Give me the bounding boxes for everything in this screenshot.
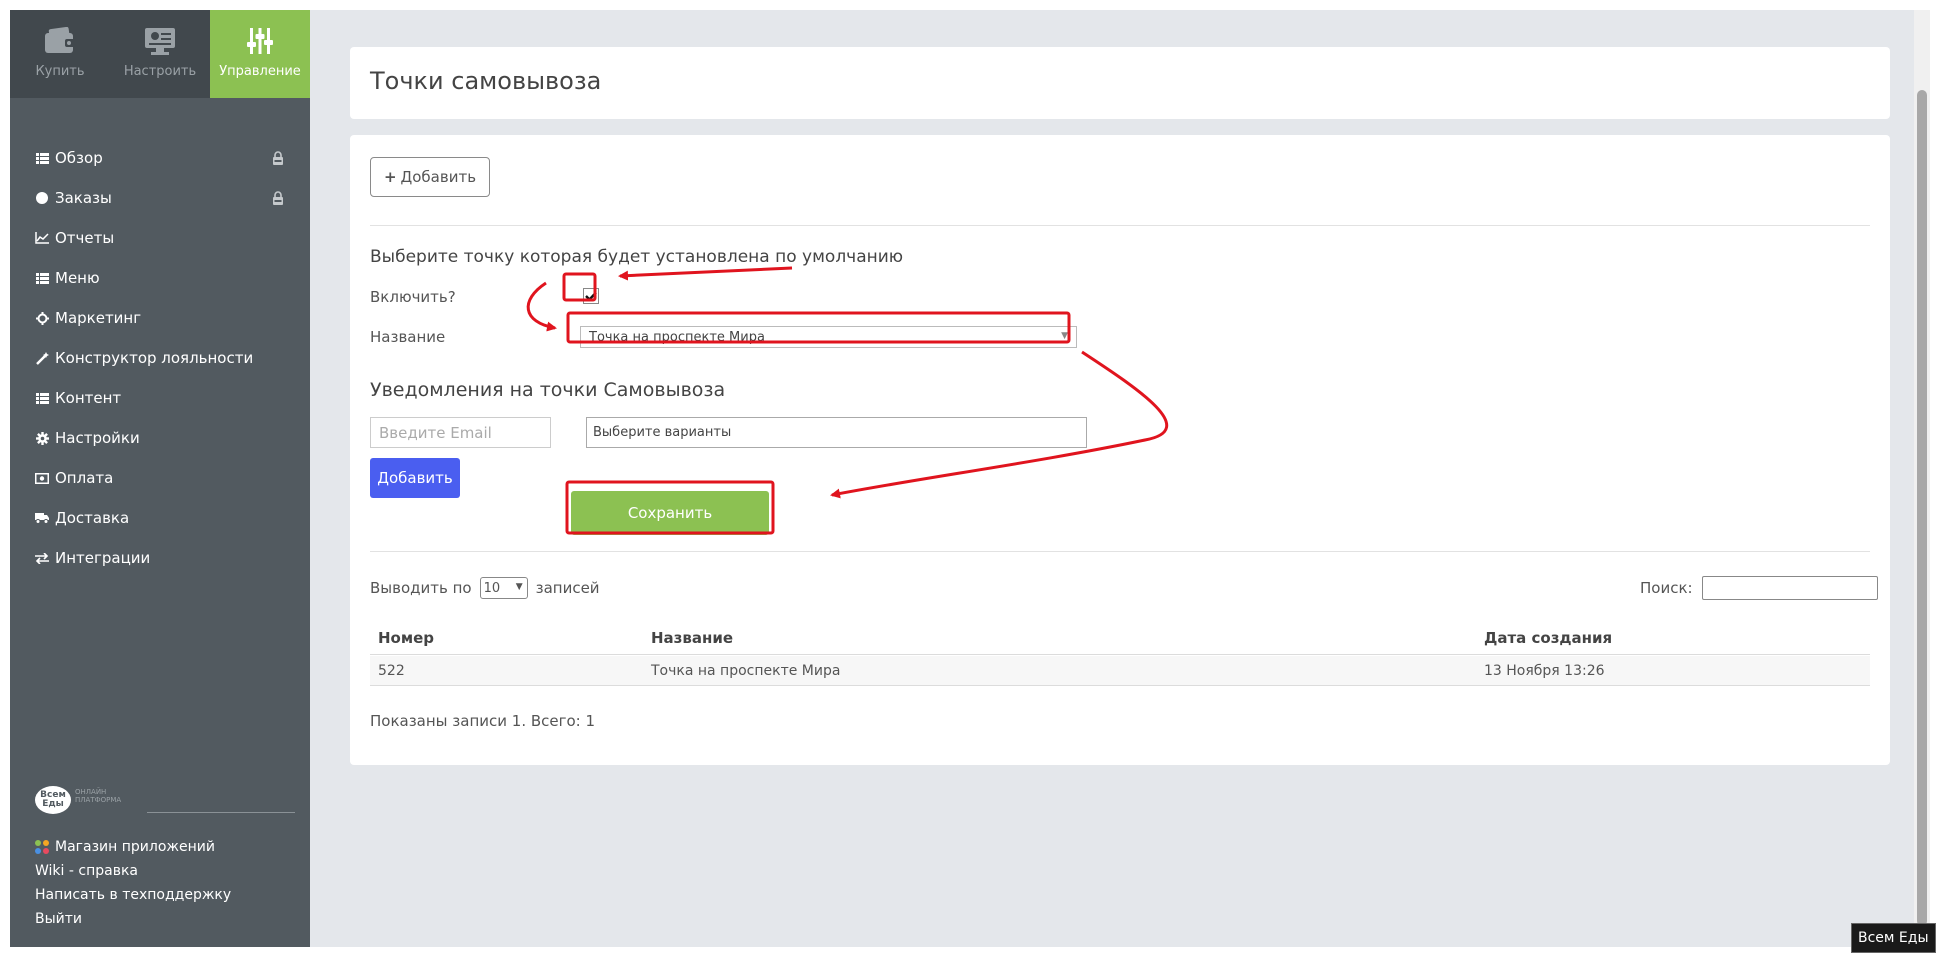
list-icon [35,151,49,165]
sidebar-item-settings[interactable]: Настройки [10,418,310,458]
sidebar-footer: Магазин приложений Wiki - справка Написа… [35,835,305,931]
plus-icon: + [383,168,397,186]
sidebar-item-orders[interactable]: Заказы [10,178,310,218]
line-chart-icon [35,231,49,245]
column-header[interactable]: Номер [378,621,434,654]
sidebar-item-label: Обзор [55,149,103,167]
search-label: Поиск: [1640,579,1693,597]
brand-logo: Всем Еды [35,786,71,814]
topnav-setup-label: Настроить [123,64,197,79]
page-header-card: Точки самовывоза [350,47,1890,119]
chevron-down-icon: ▼ [1061,331,1068,341]
content-card: + Добавить Выберите точку которая будет … [350,135,1890,765]
sidebar-item-loyalty[interactable]: Конструктор лояльности [10,338,310,378]
sidebar-item-label: Меню [55,269,100,287]
enable-label: Включить? [370,288,456,306]
topnav-setup[interactable]: Настроить [110,10,210,98]
topnav-manage-label: Управление [219,64,301,79]
point-select[interactable]: Точка на проспекте Мира ▼ [580,326,1077,348]
sidebar-item-label: Настройки [55,429,140,447]
column-header[interactable]: Дата создания [1484,621,1612,654]
sidebar-item-content[interactable]: Контент [10,378,310,418]
support-link[interactable]: Написать в техподдержку [35,883,305,907]
sidebar-item-label: Маркетинг [55,309,142,327]
sidebar-item-integrations[interactable]: Интеграции [10,538,310,578]
app-frame: Купить Настроить Управление Обзор Заказы… [10,10,1930,947]
sidebar-item-overview[interactable]: Обзор [10,138,310,178]
sidebar-item-label: Оплата [55,469,114,487]
apps-store-link[interactable]: Магазин приложений [35,835,305,859]
scroll-thumb[interactable] [1917,90,1927,926]
scrollbar[interactable] [1914,10,1930,947]
column-header[interactable]: Название [651,621,733,654]
check-icon [585,291,597,301]
topnav-buy[interactable]: Купить [10,10,110,98]
save-button[interactable]: Сохранить [571,491,769,535]
page-size-select[interactable]: 10 ▼ [479,577,528,599]
list-icon [35,391,49,405]
table-cell: 522 [378,662,405,679]
sidebar-menu: Обзор Заказы Отчеты Меню Маркетинг Конст… [10,138,310,578]
sliders-icon [243,26,277,56]
add-email-button[interactable]: Добавить [370,458,460,498]
tooltip: Всем Еды [1851,923,1936,953]
page-title: Точки самовывоза [370,67,602,95]
lock-icon [271,191,285,205]
topnav-buy-label: Купить [35,64,85,79]
sidebar-item-label: Доставка [55,509,130,527]
wiki-link[interactable]: Wiki - справка [35,859,305,883]
monitor-settings-icon [143,26,177,56]
divider [370,225,1870,226]
notifications-title: Уведомления на точки Самовывоза [370,379,726,401]
add-point-button[interactable]: + Добавить [370,157,490,197]
sidebar-item-menu[interactable]: Меню [10,258,310,298]
sidebar-item-label: Интеграции [55,549,151,567]
sidebar-item-label: Контент [55,389,122,407]
brand-tagline: ОНЛАЙН ПЛАТФОРМА [75,788,122,804]
default-point-title: Выберите точку которая будет установлена… [370,247,904,267]
chevron-down-icon: ▼ [515,582,523,592]
wallet-icon [43,26,77,56]
table-header: Номер Название Дата создания [370,621,1870,655]
enable-checkbox[interactable] [583,288,599,304]
money-icon [35,471,49,485]
exchange-icon [35,551,49,565]
circle-icon [35,191,49,205]
magic-wand-icon [35,351,49,365]
page-size-control: Выводить по 10 ▼ записей [370,577,600,599]
apps-icon [35,840,49,854]
sidebar-item-delivery[interactable]: Доставка [10,498,310,538]
sidebar-item-marketing[interactable]: Маркетинг [10,298,310,338]
table-cell: 13 Ноября 13:26 [1484,662,1605,679]
gear-icon [35,431,49,445]
topnav-manage[interactable]: Управление [210,10,310,98]
sidebar-item-label: Отчеты [55,229,115,247]
list-icon [35,271,49,285]
top-nav: Купить Настроить Управление [10,10,310,98]
sidebar-item-reports[interactable]: Отчеты [10,218,310,258]
search-input[interactable] [1702,576,1878,600]
lock-icon [271,151,285,165]
crosshair-icon [35,311,49,325]
variants-select[interactable]: Выберите варианты [586,417,1087,448]
divider [370,551,1870,552]
sidebar-item-label: Конструктор лояльности [55,349,254,367]
sidebar-item-payment[interactable]: Оплата [10,458,310,498]
email-input[interactable]: Введите Email [370,417,551,448]
table-cell: Точка на проспекте Мира [651,662,841,679]
name-label: Название [370,328,446,346]
table-row[interactable]: 522 Точка на проспекте Мира 13 Ноября 13… [370,656,1870,686]
truck-icon [35,511,49,525]
sidebar: Купить Настроить Управление Обзор Заказы… [10,10,310,947]
brand-divider [147,812,295,813]
logout-link[interactable]: Выйти [35,907,305,931]
brand: Всем Еды ОНЛАЙН ПЛАТФОРМА [35,786,295,826]
sidebar-item-label: Заказы [55,189,112,207]
table-info: Показаны записи 1. Всего: 1 [370,712,596,730]
